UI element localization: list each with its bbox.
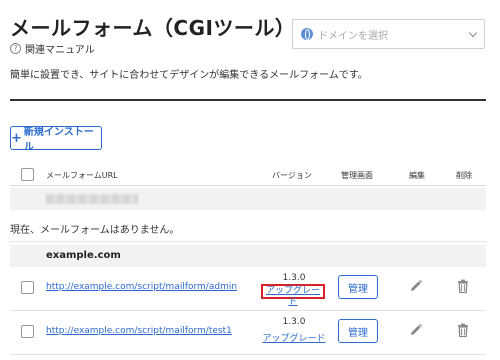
row-separator bbox=[10, 241, 486, 242]
pencil-icon[interactable] bbox=[408, 278, 424, 294]
upgrade-link[interactable]: アップグレード bbox=[262, 331, 326, 344]
help-icon: ? bbox=[10, 43, 21, 54]
new-install-button[interactable]: + 新規インストール bbox=[10, 126, 102, 153]
help-link-label: 関連マニュアル bbox=[25, 45, 95, 56]
mailform-url-link[interactable]: http://example.com/script/mailform/admin bbox=[46, 282, 237, 292]
domain-group-label: example.com bbox=[46, 250, 121, 261]
table-row: http://example.com/script/mailform/admin… bbox=[10, 267, 486, 311]
upgrade-link[interactable]: アップグレード bbox=[261, 284, 325, 307]
new-install-label: 新規インストール bbox=[23, 127, 94, 153]
blurred-domain-group bbox=[10, 188, 486, 210]
version-label: 1.3.0 bbox=[282, 273, 306, 283]
header-delete: 削除 bbox=[456, 171, 472, 180]
domain-select[interactable]: ドメインを選択 bbox=[292, 19, 485, 49]
table-row: http://example.com/script/mailform/test1… bbox=[10, 311, 486, 355]
trash-icon[interactable] bbox=[455, 278, 471, 294]
empty-message: 現在、メールフォームはありません。 bbox=[10, 225, 180, 236]
select-all-checkbox[interactable] bbox=[21, 168, 34, 181]
header-version: バージョン bbox=[272, 171, 312, 180]
domain-group-header: example.com bbox=[10, 245, 486, 267]
manage-button[interactable]: 管理 bbox=[338, 275, 378, 299]
page-description: 簡単に設置でき、サイトに合わせてデザインが編集できるメールフォームです。 bbox=[10, 70, 368, 81]
table-header: メールフォームURL バージョン 管理画面 編集 削除 bbox=[10, 162, 486, 186]
page-title: メールフォーム（CGIツール） bbox=[10, 16, 296, 40]
manage-button[interactable]: 管理 bbox=[338, 319, 378, 343]
plus-icon: + bbox=[11, 130, 22, 146]
row-separator bbox=[10, 354, 486, 355]
header-edit: 編集 bbox=[409, 171, 425, 180]
domain-select-placeholder: ドメインを選択 bbox=[318, 30, 388, 42]
divider bbox=[10, 99, 486, 101]
row-checkbox[interactable] bbox=[21, 325, 34, 338]
redacted-domain bbox=[46, 194, 138, 204]
chevron-down-icon bbox=[468, 28, 478, 37]
globe-icon bbox=[301, 28, 313, 40]
help-link[interactable]: ? 関連マニュアル bbox=[10, 41, 95, 56]
row-checkbox[interactable] bbox=[21, 281, 34, 294]
header-admin: 管理画面 bbox=[341, 171, 373, 180]
header-url: メールフォームURL bbox=[46, 171, 118, 180]
version-label: 1.3.0 bbox=[282, 317, 306, 327]
pencil-icon[interactable] bbox=[408, 322, 424, 338]
mailform-url-link[interactable]: http://example.com/script/mailform/test1 bbox=[46, 326, 232, 336]
trash-icon[interactable] bbox=[455, 322, 471, 338]
